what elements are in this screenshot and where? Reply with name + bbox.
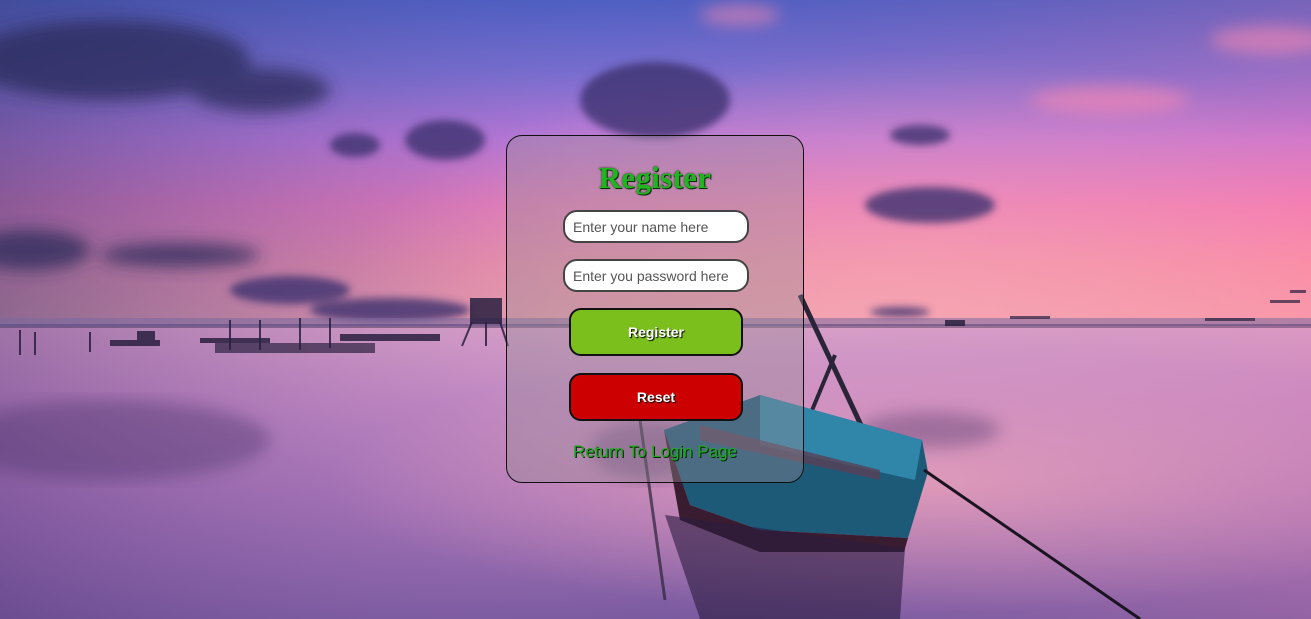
return-to-login-link[interactable]: Return To Login Page bbox=[507, 442, 803, 462]
register-button[interactable]: Register bbox=[569, 308, 743, 356]
form-title: Register bbox=[598, 160, 712, 195]
reset-button[interactable]: Reset bbox=[569, 373, 743, 421]
password-input[interactable] bbox=[563, 259, 749, 292]
register-form-card: Register Register Reset Return To Login … bbox=[506, 135, 804, 483]
name-input[interactable] bbox=[563, 210, 749, 243]
